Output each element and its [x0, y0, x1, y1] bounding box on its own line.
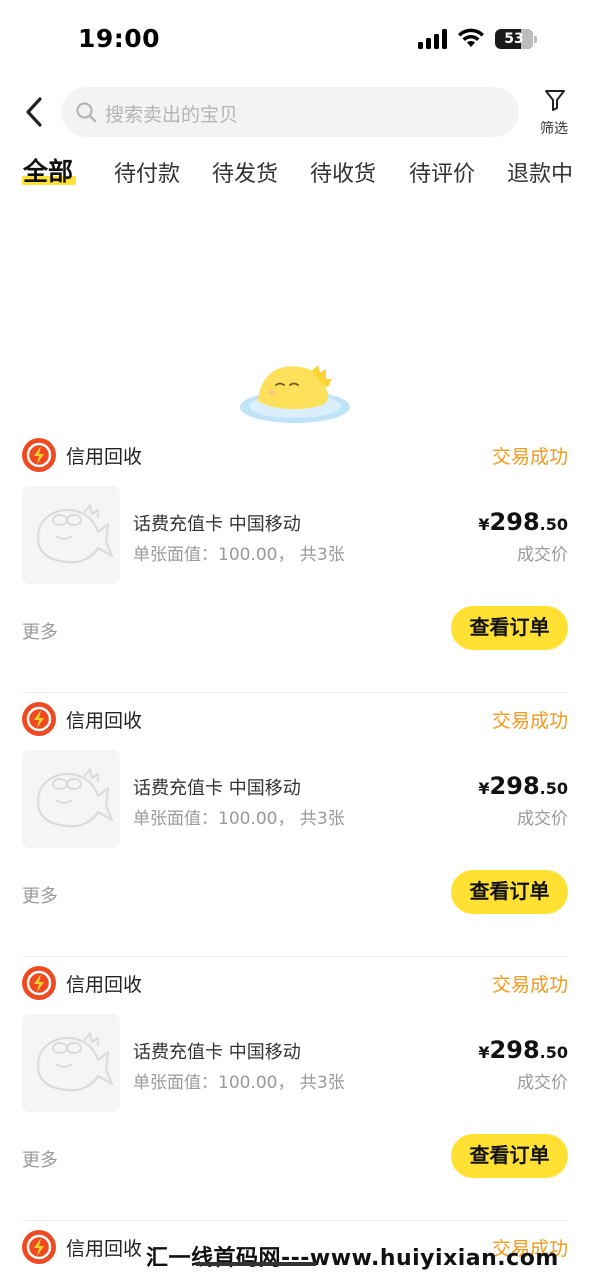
mascot-illustration	[240, 365, 350, 423]
status-time: 19:00	[78, 24, 161, 53]
fish-placeholder-icon	[36, 504, 114, 564]
more-button[interactable]: 更多	[22, 618, 58, 644]
shop-logo-icon	[22, 1230, 56, 1264]
cellular-signal-icon	[418, 29, 447, 49]
price: ¥298.50	[478, 772, 568, 800]
search-placeholder: 搜索卖出的宝贝	[105, 104, 239, 126]
product-title[interactable]: 话费充值卡 中国移动	[133, 774, 301, 800]
search-icon	[76, 102, 97, 123]
order-status: 交易成功	[491, 710, 568, 732]
divider	[22, 692, 568, 693]
price-integer: 298	[489, 772, 540, 800]
more-button[interactable]: 更多	[22, 1146, 58, 1172]
shop-name[interactable]: 信用回收	[66, 1234, 142, 1261]
order-card[interactable]: 信用回收 交易成功 话费充值卡 中国移动 单张面值：100.00， 共3张 ¥2…	[0, 964, 590, 1228]
order-status: 交易成功	[491, 974, 568, 996]
product-title[interactable]: 话费充值卡 中国移动	[133, 1038, 301, 1064]
price-decimal: .50	[539, 1043, 568, 1062]
watermark-text: 汇一线首码网---www.huiyixian.com	[146, 1246, 559, 1271]
fish-placeholder-icon	[36, 768, 114, 828]
order-tabs: 全部 待付款 待发货 待收货 待评价 退款中	[0, 150, 590, 192]
price-decimal: .50	[539, 515, 568, 534]
product-title[interactable]: 话费充值卡 中国移动	[133, 510, 301, 536]
wifi-icon	[458, 28, 484, 47]
view-order-button[interactable]: 查看订单	[451, 1134, 568, 1178]
price-label: 成交价	[517, 1073, 568, 1093]
shop-name[interactable]: 信用回收	[66, 706, 142, 733]
price-integer: 298	[489, 508, 540, 536]
divider	[22, 1220, 568, 1221]
price: ¥298.50	[478, 508, 568, 536]
shop-logo-icon	[22, 966, 56, 1000]
search-input[interactable]: 搜索卖出的宝贝	[61, 87, 519, 137]
product-thumbnail[interactable]	[22, 750, 120, 848]
price-currency: ¥	[478, 1043, 490, 1062]
product-spec: 单张面值：100.00， 共3张	[133, 545, 345, 565]
battery-level: 53	[504, 31, 524, 47]
status-bar: 19:00 53	[0, 0, 590, 80]
price-currency: ¥	[478, 779, 490, 798]
shop-logo-icon	[22, 702, 56, 736]
price-integer: 298	[489, 1036, 540, 1064]
filter-button[interactable]: 筛选	[534, 86, 574, 140]
price-label: 成交价	[517, 809, 568, 829]
price-currency: ¥	[478, 515, 490, 534]
divider	[22, 956, 568, 957]
filter-funnel-icon	[545, 90, 565, 111]
price-label: 成交价	[517, 545, 568, 565]
product-thumbnail[interactable]	[22, 1014, 120, 1112]
product-spec: 单张面值：100.00， 共3张	[133, 1073, 345, 1093]
view-order-button[interactable]: 查看订单	[451, 606, 568, 650]
filter-label: 筛选	[540, 121, 568, 137]
product-spec: 单张面值：100.00， 共3张	[133, 809, 345, 829]
tab-refunding[interactable]: 退款中	[507, 156, 573, 196]
fish-placeholder-icon	[36, 1032, 114, 1092]
tab-all[interactable]: 全部	[23, 152, 73, 192]
back-arrow-icon[interactable]	[20, 94, 48, 130]
order-status: 交易成功	[491, 446, 568, 468]
shop-name[interactable]: 信用回收	[66, 442, 142, 469]
tab-pending-review[interactable]: 待评价	[409, 156, 475, 196]
more-button[interactable]: 更多	[22, 882, 58, 908]
price: ¥298.50	[478, 1036, 568, 1064]
battery-icon: 53	[495, 29, 537, 49]
order-card[interactable]: 信用回收 交易成功 话费充值卡 中国移动 单张面值：100.00， 共3张 ¥2…	[0, 700, 590, 964]
nav-bar: 搜索卖出的宝贝 筛选	[0, 84, 590, 140]
tab-pending-shipment[interactable]: 待发货	[212, 156, 278, 196]
shop-name[interactable]: 信用回收	[66, 970, 142, 997]
watermark-strike	[196, 1262, 316, 1266]
view-order-button[interactable]: 查看订单	[451, 870, 568, 914]
tab-pending-payment[interactable]: 待付款	[114, 156, 180, 196]
order-card[interactable]: 信用回收 交易成功 话费充值卡 中国移动 单张面值：100.00， 共3张 ¥2…	[0, 436, 590, 700]
shop-logo-icon	[22, 438, 56, 472]
price-decimal: .50	[539, 779, 568, 798]
tab-pending-receipt[interactable]: 待收货	[310, 156, 376, 196]
product-thumbnail[interactable]	[22, 486, 120, 584]
